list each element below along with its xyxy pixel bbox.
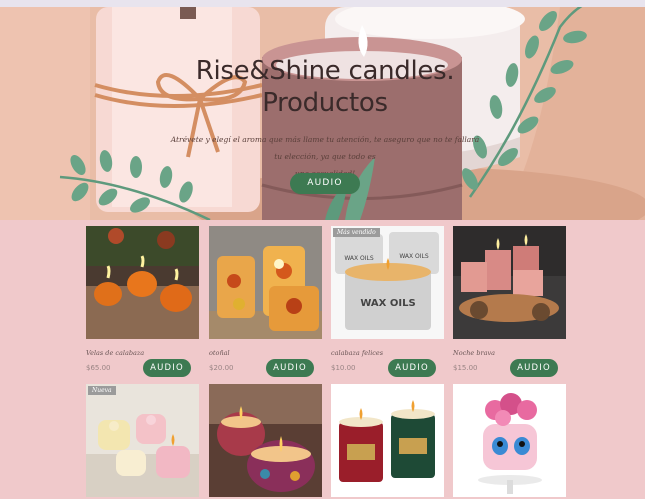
product-audio-button[interactable]: AUDIO: [510, 359, 558, 377]
product-audio-button[interactable]: AUDIO: [388, 359, 436, 377]
product-image-autumn-jars[interactable]: [209, 226, 322, 339]
product-image-pillar-candles[interactable]: [453, 226, 566, 339]
mosaic-glass-candles-photo: [209, 384, 322, 497]
hero-audio-button[interactable]: AUDIO: [290, 173, 360, 194]
svg-text:WAX OILS: WAX OILS: [360, 298, 415, 309]
autumn-leaf-jar-photo: [209, 226, 322, 339]
hero-subtitle-line1: Atrévete y elegí el aroma que más llame …: [170, 135, 480, 161]
product-image-pumpkin-candles[interactable]: [86, 226, 199, 339]
product-price: $15.00: [453, 364, 478, 372]
product-image-jar-candles[interactable]: [331, 384, 444, 497]
wax-oils-tin-candles-photo: WAX OILS WAX OILS WAX OILS: [331, 226, 444, 339]
red-green-jar-candles-photo: [331, 384, 444, 497]
browser-top-strip: [0, 0, 645, 7]
product-image-pony-cake[interactable]: [453, 384, 566, 497]
svg-text:WAX OILS: WAX OILS: [399, 253, 429, 260]
product-price: $10.00: [331, 364, 356, 372]
svg-text:WAX OILS: WAX OILS: [344, 255, 374, 262]
product-audio-button[interactable]: AUDIO: [266, 359, 314, 377]
product-name: otoñal: [209, 349, 230, 357]
product-image-bubble-candles[interactable]: Nueva: [86, 384, 199, 497]
pumpkin-candles-photo: [86, 226, 199, 339]
product-name: Velas de calabaza: [86, 349, 145, 357]
product-name: Noche brava: [453, 349, 496, 357]
product-price: $65.00: [86, 364, 111, 372]
product-name: calabaza felices: [331, 349, 384, 357]
product-badge: Nueva: [88, 386, 116, 395]
product-image-mosaic-candles[interactable]: [209, 384, 322, 497]
product-price: $20.00: [209, 364, 234, 372]
pink-pony-cake-photo: [453, 384, 566, 497]
hero-banner: Rise&Shine candles. Productos Atrévete y…: [0, 7, 645, 220]
page-title-line2: Productos: [262, 88, 388, 118]
pillar-candles-pinecones-photo: [453, 226, 566, 339]
product-image-tin-candles[interactable]: WAX OILS WAX OILS WAX OILS Más vendido: [331, 226, 444, 339]
bubble-cube-candles-photo: [86, 384, 199, 497]
product-badge: Más vendido: [333, 228, 380, 237]
page-title: Rise&Shine candles. Productos: [150, 55, 500, 119]
product-audio-button[interactable]: AUDIO: [143, 359, 191, 377]
page-title-line1: Rise&Shine candles.: [195, 56, 455, 86]
